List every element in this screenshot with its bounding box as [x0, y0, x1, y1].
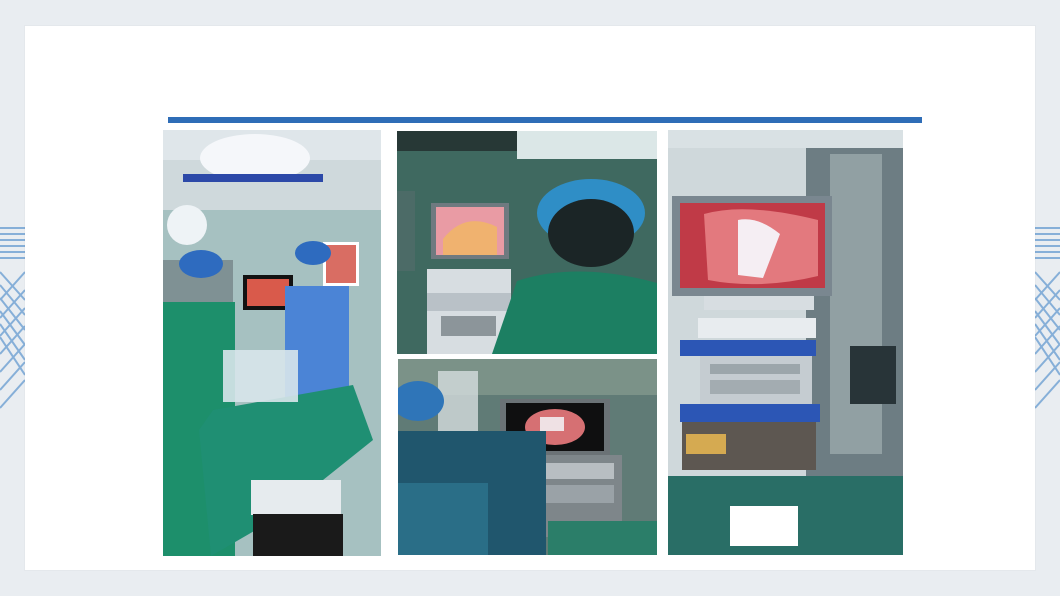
right-decorative-lines	[1035, 220, 1060, 410]
photo-endoscopy-tower	[398, 359, 657, 555]
photo-surgeons-operating-room	[163, 130, 381, 556]
photo-endoscopy-cart	[668, 130, 903, 555]
photo-surgeon-viewing-monitor	[397, 131, 657, 354]
title-accent-rule	[168, 117, 922, 123]
left-decorative-lines	[0, 220, 25, 410]
